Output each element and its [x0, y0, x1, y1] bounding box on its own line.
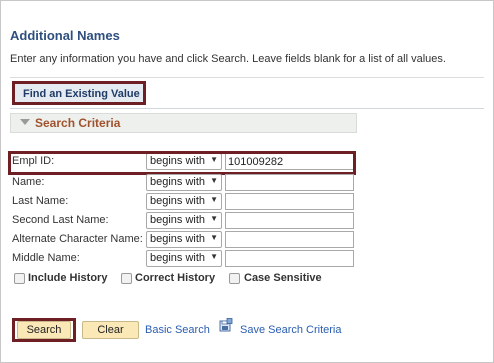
last-name-label: Last Name: [12, 195, 69, 207]
alternate-character-name-label: Alternate Character Name: [12, 233, 143, 245]
name-input[interactable] [225, 174, 354, 191]
case-sensitive-checkbox[interactable] [229, 273, 240, 284]
middle-name-label: Middle Name: [12, 252, 80, 264]
name-label: Name: [12, 176, 45, 188]
last-name-input[interactable] [225, 193, 354, 210]
operator-value: begins with [150, 176, 206, 188]
tab-find-existing-value[interactable]: Find an Existing Value [12, 81, 146, 105]
dropdown-arrow-icon: ▼ [210, 195, 218, 204]
search-criteria-header[interactable]: Search Criteria [10, 113, 357, 133]
search-button[interactable]: Search [17, 321, 71, 339]
basic-search-link[interactable]: Basic Search [145, 324, 210, 336]
alternate-character-name-input[interactable] [225, 231, 354, 248]
middle-name-operator-select[interactable]: begins with ▼ [146, 250, 222, 267]
case-sensitive-label: Case Sensitive [244, 272, 322, 284]
clear-button[interactable]: Clear [82, 321, 139, 339]
correct-history-label: Correct History [135, 272, 216, 284]
dropdown-arrow-icon: ▼ [210, 176, 218, 185]
collapse-triangle-icon[interactable] [20, 119, 30, 125]
alternate-character-name-operator-select[interactable]: begins with ▼ [146, 231, 222, 248]
field-row-middle-name: Middle Name: begins with ▼ [0, 250, 494, 268]
dropdown-arrow-icon: ▼ [210, 233, 218, 242]
name-operator-select[interactable]: begins with ▼ [146, 174, 222, 191]
second-last-name-input[interactable] [225, 212, 354, 229]
second-last-name-operator-select[interactable]: begins with ▼ [146, 212, 222, 229]
operator-value: begins with [150, 214, 206, 226]
divider [10, 77, 484, 78]
include-history-label: Include History [28, 272, 108, 284]
field-row-name: Name: begins with ▼ [0, 174, 494, 192]
search-options: Include History Correct History Case Sen… [12, 272, 492, 287]
last-name-operator-select[interactable]: begins with ▼ [146, 193, 222, 210]
operator-value: begins with [150, 252, 206, 264]
page-title: Additional Names [10, 28, 120, 43]
include-history-checkbox[interactable] [14, 273, 25, 284]
search-button-highlight: Search [12, 318, 76, 342]
field-row-second-last-name: Second Last Name: begins with ▼ [0, 212, 494, 230]
empl-id-highlight-box [8, 151, 356, 175]
page-instructions: Enter any information you have and click… [10, 53, 446, 65]
correct-history-checkbox[interactable] [121, 273, 132, 284]
save-search-criteria-link[interactable]: Save Search Criteria [240, 324, 342, 336]
field-row-last-name: Last Name: begins with ▼ [0, 193, 494, 211]
operator-value: begins with [150, 195, 206, 207]
tab-divider [10, 108, 484, 109]
tab-label: Find an Existing Value [23, 88, 140, 100]
save-search-icon[interactable] [219, 318, 233, 332]
search-criteria-label: Search Criteria [35, 116, 121, 130]
dropdown-arrow-icon: ▼ [210, 252, 218, 261]
dropdown-arrow-icon: ▼ [210, 214, 218, 223]
second-last-name-label: Second Last Name: [12, 214, 109, 226]
field-row-alternate-character-name: Alternate Character Name: begins with ▼ [0, 231, 494, 249]
middle-name-input[interactable] [225, 250, 354, 267]
operator-value: begins with [150, 233, 206, 245]
